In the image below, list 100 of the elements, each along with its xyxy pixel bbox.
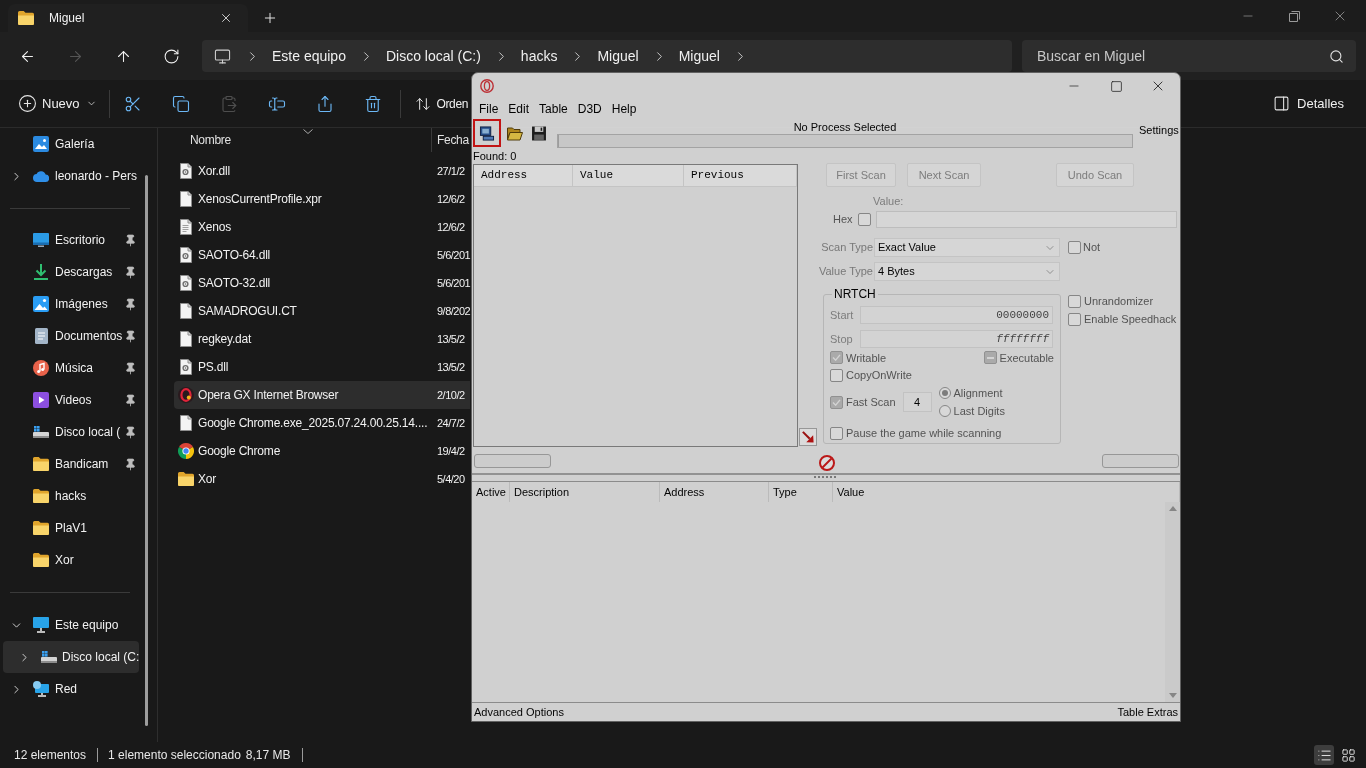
group-title: NRTCH: [833, 287, 877, 301]
option-checkbox[interactable]: [1068, 294, 1081, 308]
ring-icon: [178, 387, 194, 403]
nav-item[interactable]: Bandicam: [3, 448, 139, 480]
hex-checkbox[interactable]: [857, 213, 871, 226]
nav-item[interactable]: Disco local (: [3, 416, 139, 448]
breadcrumb-link[interactable]: Miguel: [678, 45, 720, 67]
radio-label: Last Digits: [953, 404, 1005, 420]
nav-item[interactable]: Xor: [3, 544, 139, 576]
search-field[interactable]: Buscar en Miguel: [1022, 40, 1356, 72]
pause-checkbox[interactable]: [830, 426, 843, 440]
file-date: 19/4/2: [437, 445, 465, 457]
flag-checkbox[interactable]: [983, 351, 997, 365]
radio-button[interactable]: [938, 387, 951, 400]
flag-checkbox[interactable]: [830, 351, 843, 365]
flag-label: CopyOnWrite: [846, 368, 912, 384]
value-field[interactable]: [875, 211, 1177, 228]
scrollbar-thumb[interactable]: [145, 175, 148, 726]
fast-scan-checkbox[interactable]: [830, 395, 843, 409]
flag-checkbox[interactable]: [830, 369, 843, 382]
explorer-tab[interactable]: Miguel: [8, 4, 248, 32]
advanced-options-button[interactable]: Advanced Options: [474, 705, 564, 719]
fast-scan-field[interactable]: 4: [902, 392, 932, 413]
desktop-icon: [33, 233, 49, 247]
network-icon: [33, 681, 49, 697]
menu-item[interactable]: Help: [607, 100, 641, 118]
radio-button[interactable]: [938, 405, 951, 418]
column-header[interactable]: Previous: [691, 167, 744, 184]
breadcrumb-link[interactable]: hacks: [520, 45, 558, 67]
file-row[interactable]: Xor 5/4/20: [174, 465, 470, 493]
nav-item[interactable]: Videos: [3, 384, 139, 416]
file-icon: [180, 331, 192, 347]
not-checkbox[interactable]: [1068, 241, 1081, 254]
nav-item[interactable]: Galería: [3, 128, 139, 160]
search-icon: [1329, 49, 1344, 64]
file-row[interactable]: SAOTO-32.dll 5/6/201: [174, 269, 470, 297]
column-header[interactable]: Value: [580, 167, 613, 184]
menu-item[interactable]: Edit: [504, 100, 534, 118]
column-header[interactable]: Fecha: [437, 131, 469, 149]
sort-button[interactable]: Orden: [406, 87, 468, 120]
option-checkbox[interactable]: [1068, 312, 1081, 326]
folder-icon: [33, 553, 49, 567]
scan-type-dropdown[interactable]: Exact Value: [874, 238, 1060, 257]
address-bar[interactable]: Este equipo Disco local (C:) hacks Miguel Miguel: [202, 40, 1012, 72]
file-row[interactable]: Google Chrome.exe_2025.07.24.00.25.14.... 24/7/2: [174, 409, 470, 437]
file-row[interactable]: Xenos 12/6/2: [174, 213, 470, 241]
nav-item[interactable]: leonardo - Pers: [3, 160, 139, 192]
breadcrumb-link[interactable]: Miguel: [597, 45, 639, 67]
nav-item[interactable]: Descargas: [3, 256, 139, 288]
computer-icon: [479, 125, 495, 141]
file-row[interactable]: SAMADROGUI.CT 9/8/202: [174, 297, 470, 325]
nav-item[interactable]: Este equipo: [3, 609, 139, 641]
file-row[interactable]: SAOTO-64.dll 5/6/201: [174, 241, 470, 269]
gallery-icon: [33, 136, 49, 152]
nav-item[interactable]: hacks: [3, 480, 139, 512]
process-button[interactable]: [473, 119, 501, 147]
video-icon: [33, 392, 49, 408]
file-row[interactable]: Google Chrome 19/4/2: [174, 437, 470, 465]
nav-item[interactable]: Disco local (C:: [3, 641, 139, 673]
start-field[interactable]: 00000000: [860, 306, 1053, 324]
column-header[interactable]: Address: [481, 167, 528, 184]
nav-item[interactable]: Música: [3, 352, 139, 384]
value-type-dropdown[interactable]: 4 Bytes: [874, 262, 1060, 281]
file-row[interactable]: regkey.dat 13/5/2: [174, 325, 470, 353]
menu-item[interactable]: File: [475, 100, 503, 118]
plus-icon: [262, 10, 278, 26]
breadcrumb-link[interactable]: Este equipo: [272, 45, 346, 67]
file-row[interactable]: Opera GX Internet Browser 2/10/2: [174, 381, 470, 409]
file-name: XenosCurrentProfile.xpr: [198, 191, 322, 208]
settings-button[interactable]: Settings: [1139, 124, 1179, 137]
details-button[interactable]: Detalles: [1265, 87, 1352, 120]
column-header[interactable]: Description: [514, 483, 570, 501]
document-icon: [34, 328, 48, 344]
details-view-button[interactable]: [1314, 745, 1334, 765]
nav-item[interactable]: Red: [3, 673, 139, 705]
nav-item[interactable]: Imágenes: [3, 288, 139, 320]
scrollbar[interactable]: [1165, 502, 1180, 702]
monitor-icon: [33, 617, 49, 633]
nav-item[interactable]: Escritorio: [3, 224, 139, 256]
file-row[interactable]: XenosCurrentProfile.xpr 12/6/2: [174, 185, 470, 213]
menu-item[interactable]: Table: [535, 100, 572, 118]
stop-field[interactable]: ffffffff: [860, 330, 1053, 348]
sort-icon: [414, 95, 431, 112]
table-extras-button[interactable]: Table Extras: [1117, 705, 1178, 719]
nav-item[interactable]: PlaV1: [3, 512, 139, 544]
grid-icon: [1340, 747, 1356, 763]
item-count: 12 elementos: [14, 747, 87, 764]
breadcrumb-link[interactable]: Disco local (C:): [385, 45, 481, 67]
arrow-button[interactable]: [799, 428, 817, 446]
scroll-down-icon: [1168, 693, 1177, 698]
file-row[interactable]: Xor.dll 27/1/2: [174, 157, 470, 185]
column-header[interactable]: Active: [476, 483, 506, 501]
nav-item[interactable]: Documentos: [3, 320, 139, 352]
menu-item[interactable]: D3D: [573, 100, 606, 118]
file-row[interactable]: PS.dll 13/5/2: [174, 353, 470, 381]
column-header[interactable]: Type: [773, 483, 797, 501]
column-header[interactable]: Nombre: [190, 131, 231, 149]
column-header[interactable]: Value: [837, 483, 865, 501]
new-button[interactable]: Nuevo: [8, 87, 107, 120]
column-header[interactable]: Address: [664, 483, 705, 501]
